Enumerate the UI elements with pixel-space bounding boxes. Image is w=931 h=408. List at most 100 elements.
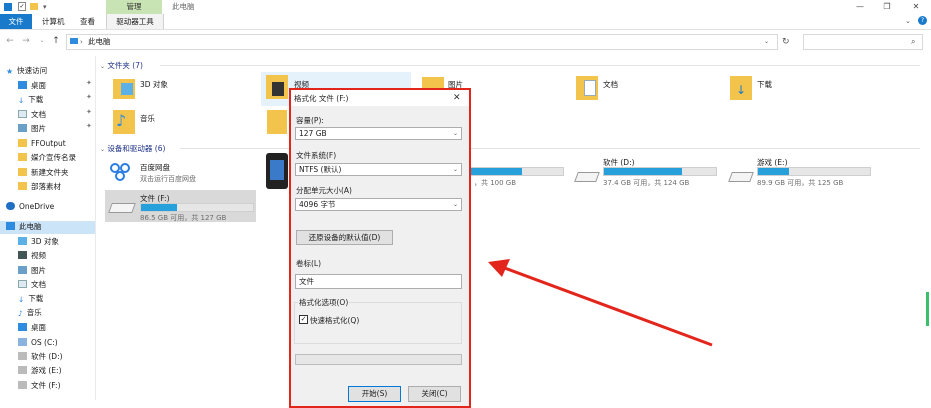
download-icon: ↓ [736,83,747,97]
sidebar-item-media-list[interactable]: 媒介宣传名录 [18,151,76,165]
sidebar-item-pc-pictures[interactable]: 图片 [18,264,46,278]
back-icon[interactable]: ← [4,34,16,48]
desktop-icon [18,323,27,331]
music-icon: ♪ [18,309,23,318]
sidebar-item-label: 下载 [28,294,44,303]
drive-free-space: ，共 100 GB [474,179,517,187]
sidebar-item-desktop[interactable]: 桌面 [18,79,46,93]
computer-icon [6,222,15,230]
sidebar-item-music[interactable]: ♪ 音乐 [18,306,42,320]
forward-icon[interactable]: → [20,34,32,48]
download-icon: ↓ [18,96,25,105]
drive-usage-fill [604,168,683,175]
refresh-icon[interactable]: ↻ [782,34,790,50]
address-bar[interactable] [66,34,778,50]
drive-usage-bar [470,167,564,176]
sidebar-item-drive-d[interactable]: 软件 (D:) [18,350,63,364]
properties-icon[interactable]: ✓ [18,2,26,11]
sidebar-item-pc-downloads[interactable]: ↓ 下载 [18,292,43,306]
drive-d-icon[interactable] [574,172,600,182]
sidebar-item-drive-e[interactable]: 游戏 (E:) [18,364,62,378]
sidebar-item-pc-desktop[interactable]: 桌面 [18,321,46,335]
volume-label-input[interactable]: 文件 [295,274,462,289]
drive-e-icon[interactable] [728,172,754,182]
close-button[interactable]: ✕ [905,0,927,14]
sidebar-item-new-folder[interactable]: 新建文件夹 [18,166,69,180]
folder-label: 3D 对象 [140,80,168,89]
folder-label: 下载 [757,80,772,89]
allocation-select[interactable]: 4096 字节 ⌄ [295,198,462,211]
quick-format-label: 快速格式化(Q) [310,316,360,325]
restore-defaults-button[interactable]: 还原设备的默认值(D) [296,230,393,245]
group-header-folders[interactable]: ⌄ 文件夹 (7) [100,60,143,71]
baidu-netdisk[interactable] [110,160,134,184]
filesystem-label: 文件系统(F) [296,151,337,160]
tab-computer[interactable]: 计算机 [42,14,65,29]
up-icon[interactable]: ↑ [50,34,62,48]
breadcrumb[interactable]: 此电脑 [88,34,111,50]
tab-drive-tools[interactable]: 驱动器工具 [106,14,164,29]
sidebar-this-pc[interactable]: 此电脑 [6,220,42,234]
baidu-netdisk-icon-part [115,171,125,181]
filesystem-select[interactable]: NTFS (默认) ⌄ [295,163,462,176]
pictures-icon [18,124,27,132]
chevron-down-icon: ⌄ [452,130,458,137]
sidebar-item-documents[interactable]: 文档 [18,108,46,122]
sidebar-item-downloads[interactable]: ↓ 下载 [18,93,43,107]
help-icon[interactable]: ? [918,16,927,25]
sidebar-item-drive-f[interactable]: 文件 (F:) [18,379,61,393]
drive-usage-fill [758,168,790,175]
search-input[interactable] [803,34,923,50]
drive-icon [18,366,27,374]
sidebar-item-drive-c[interactable]: OS (C:) [18,336,58,350]
address-dropdown-icon[interactable]: ⌄ [764,34,769,50]
search-icon[interactable]: ⌕ [911,34,915,50]
sidebar-onedrive[interactable]: OneDrive [6,200,54,214]
cloud-icon [6,202,15,210]
group-divider [160,65,920,66]
sidebar-item-label: 快速访问 [17,66,48,75]
drive-free-space: 86.5 GB 可用，共 127 GB [140,214,227,222]
sidebar-item-videos[interactable]: 视频 [18,249,46,263]
sidebar-item-tribe-assets[interactable]: 部落素材 [18,180,61,194]
sidebar-item-label: 图片 [31,124,46,133]
sidebar-quick-access[interactable]: ★ 快速访问 [6,64,47,78]
film-icon [272,82,284,96]
sidebar-item-pc-documents[interactable]: 文档 [18,278,46,292]
quick-format-checkbox[interactable]: ✓ [299,315,308,324]
capacity-value: 127 GB [299,129,327,138]
sidebar-item-3d-objects[interactable]: 3D 对象 [18,235,59,249]
sidebar-item-label: 媒介宣传名录 [31,153,76,162]
minimize-button[interactable]: — [849,0,871,14]
breadcrumb-chevron-icon[interactable]: › [80,34,83,50]
folder-icon [18,153,27,161]
recent-locations-icon[interactable]: ⌄ [36,34,48,48]
sidebar-item-label: 桌面 [31,323,46,332]
dialog-close-icon[interactable]: ✕ [453,90,461,106]
manage-context-tab[interactable]: 管理 [106,0,162,14]
sidebar-item-label: FFOutput [31,139,66,148]
group-header-devices[interactable]: ⌄ 设备和驱动器 (6) [100,143,165,154]
new-folder-icon[interactable] [30,3,38,10]
folder-label: 音乐 [140,114,155,123]
folder-icon [18,139,27,147]
folder-3d-objects[interactable] [113,75,135,101]
drive-icon [108,203,136,213]
sidebar-item-pictures[interactable]: 图片 [18,122,46,136]
tab-view[interactable]: 查看 [80,14,95,29]
expand-ribbon-icon[interactable]: ⌄ [905,14,911,29]
restore-button[interactable]: ❐ [876,0,898,14]
tab-file[interactable]: 文件 [0,14,32,29]
desktop-icon [18,81,27,89]
capacity-select[interactable]: 127 GB ⌄ [295,127,462,140]
sidebar-item-label: OneDrive [19,202,55,211]
sidebar-divider [95,56,96,400]
folder-desktop[interactable] [267,110,287,134]
star-icon: ★ [6,67,14,76]
quick-access-toolbar-dropdown-icon[interactable]: ▾ [43,0,47,14]
format-progress-bar [295,354,462,365]
sidebar-item-ffoutput[interactable]: FFOutput [18,137,66,151]
sidebar-item-label: 文件 (F:) [31,381,61,390]
scrollbar-thumb[interactable] [926,292,929,326]
drive-icon [18,352,27,360]
